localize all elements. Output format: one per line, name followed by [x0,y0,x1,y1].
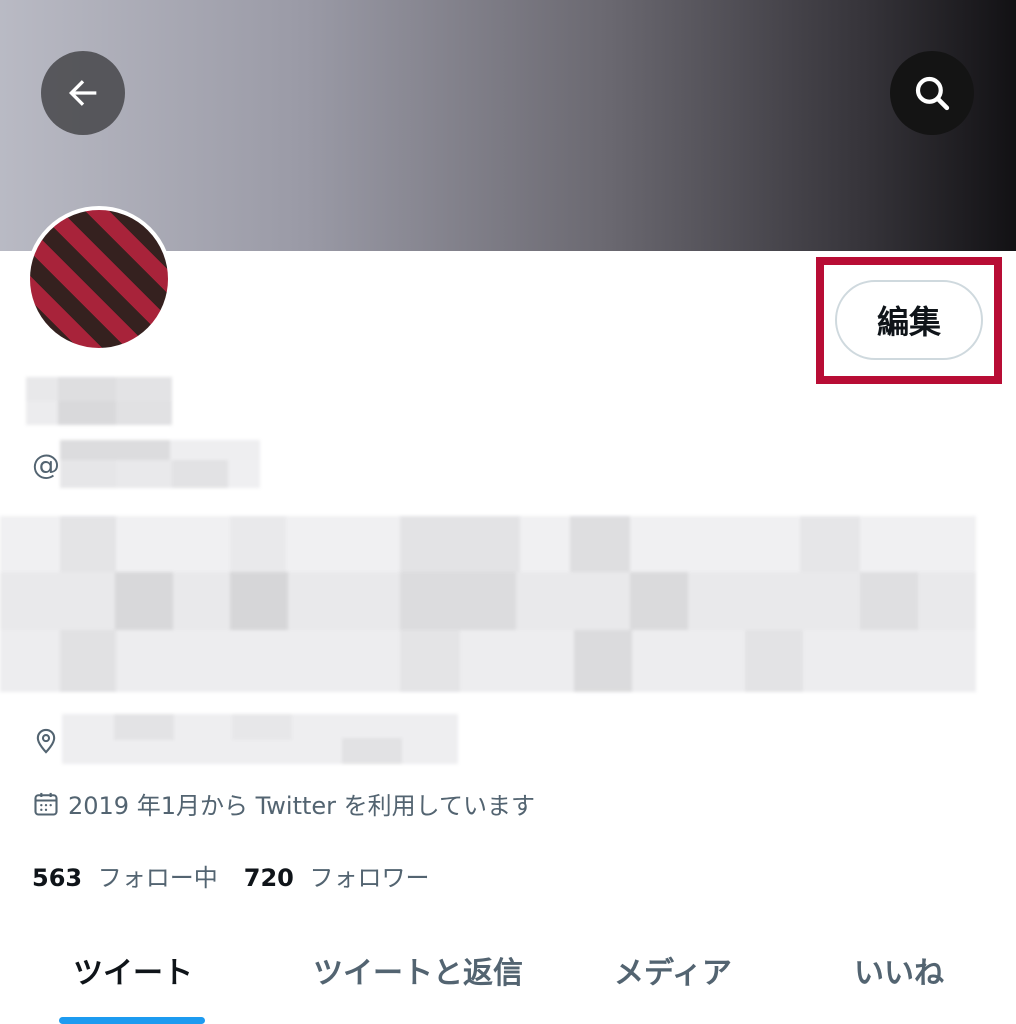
tab-tweets[interactable]: ツイート [73,948,193,992]
location-pin-icon [36,728,56,754]
display-name-redacted [26,377,172,425]
joined-date-row: 2019 年1月から Twitter を利用しています [32,786,535,821]
search-icon [915,76,950,111]
active-tab-indicator [59,1017,205,1024]
following-count: 563 [32,864,83,892]
location-redacted [62,714,458,764]
avatar[interactable] [26,206,172,352]
calendar-icon [34,792,58,816]
tab-tweets-and-replies[interactable]: ツイートと返信 [313,948,523,992]
following-label: フォロー中 [97,864,218,892]
followers-label: フォロワー [309,864,430,892]
followers-count: 720 [243,864,294,892]
location-row [32,726,60,756]
handle-redacted [60,440,260,488]
joined-date-text: 2019 年1月から Twitter を利用しています [68,792,535,820]
bio-redacted [0,516,976,692]
search-button[interactable] [890,51,974,135]
handle-prefix: @ [32,448,60,481]
followers-link[interactable]: 720 フォロワー [244,858,430,893]
edit-profile-button[interactable]: 編集 [835,280,983,360]
follow-stats: 563 フォロー中 720 フォロワー [32,858,430,893]
profile-tabs: ツイート ツイートと返信 メディア いいね [0,940,1016,1024]
back-button[interactable] [41,51,125,135]
tab-media[interactable]: メディア [614,948,732,992]
following-link[interactable]: 563 フォロー中 [32,858,218,893]
profile-banner [0,0,1016,251]
tab-likes[interactable]: いいね [854,948,944,992]
arrow-left-icon [69,80,97,106]
